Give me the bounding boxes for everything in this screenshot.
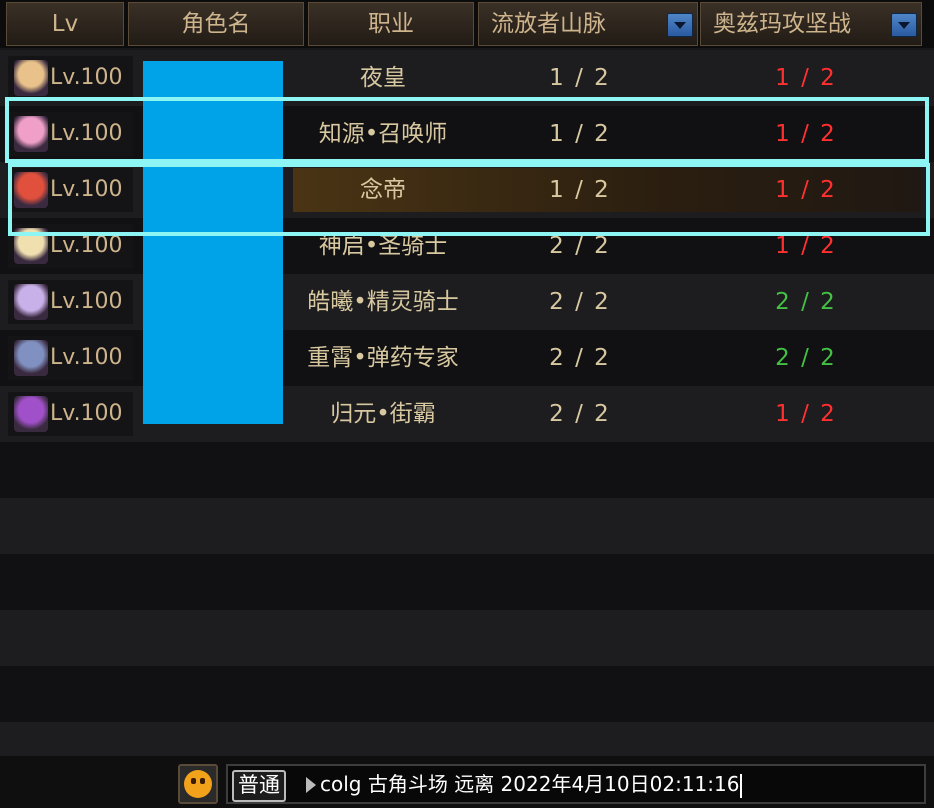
empty-row [0, 554, 934, 610]
character-level: Lv.100 [50, 401, 123, 426]
table-row[interactable]: Lv.100 皓曦•精灵骑士 2 / 2 2 / 2 [0, 274, 934, 330]
empty-row [0, 442, 934, 498]
chevron-down-icon[interactable] [891, 13, 917, 37]
col2-progress: 2 / 2 [775, 289, 837, 315]
header-job[interactable]: 职业 [308, 2, 474, 46]
text-caret [740, 773, 743, 798]
empty-row [0, 722, 934, 756]
character-avatar-icon [14, 396, 48, 432]
table-header: Lv 角色名 职业 流放者山脉 奥兹玛攻坚战 [0, 0, 934, 48]
character-job: 皓曦•精灵骑士 [307, 289, 459, 315]
header-name[interactable]: 角色名 [128, 2, 304, 46]
table-row[interactable]: Lv.100 重霄•弹药专家 2 / 2 2 / 2 [0, 330, 934, 386]
chat-channel-badge[interactable]: 普通 [232, 770, 286, 802]
col1-progress: 2 / 2 [549, 289, 611, 315]
character-avatar-icon [14, 60, 48, 96]
character-level: Lv.100 [50, 289, 123, 314]
col2-progress: 2 / 2 [775, 345, 837, 371]
channel-arrow-icon [306, 777, 316, 793]
col1-progress: 2 / 2 [549, 401, 611, 427]
chat-text: colg 古角斗场 远离 2022年4月10日02:11:16 [320, 766, 743, 802]
col2-progress: 1 / 2 [775, 401, 837, 427]
character-job: 重霄•弹药专家 [307, 345, 459, 371]
empty-row [0, 610, 934, 666]
empty-row [0, 498, 934, 554]
col1-progress: 2 / 2 [549, 345, 611, 371]
table-row[interactable]: Lv.100 归元•街霸 2 / 2 1 / 2 [0, 386, 934, 442]
chevron-down-icon[interactable] [667, 13, 693, 37]
emote-icon[interactable] [178, 764, 218, 804]
highlight-box [5, 97, 929, 163]
character-avatar-icon [14, 340, 48, 376]
character-avatar-icon [14, 284, 48, 320]
chat-input[interactable]: 普通 colg 古角斗场 远离 2022年4月10日02:11:16 [226, 764, 926, 804]
highlight-box [8, 163, 930, 236]
empty-row [0, 666, 934, 722]
header-lv[interactable]: Lv [6, 2, 124, 46]
header-col1[interactable]: 流放者山脉 [478, 2, 698, 46]
header-col2[interactable]: 奥兹玛攻坚战 [700, 2, 922, 46]
character-level: Lv.100 [50, 345, 123, 370]
character-job: 归元•街霸 [330, 401, 436, 427]
